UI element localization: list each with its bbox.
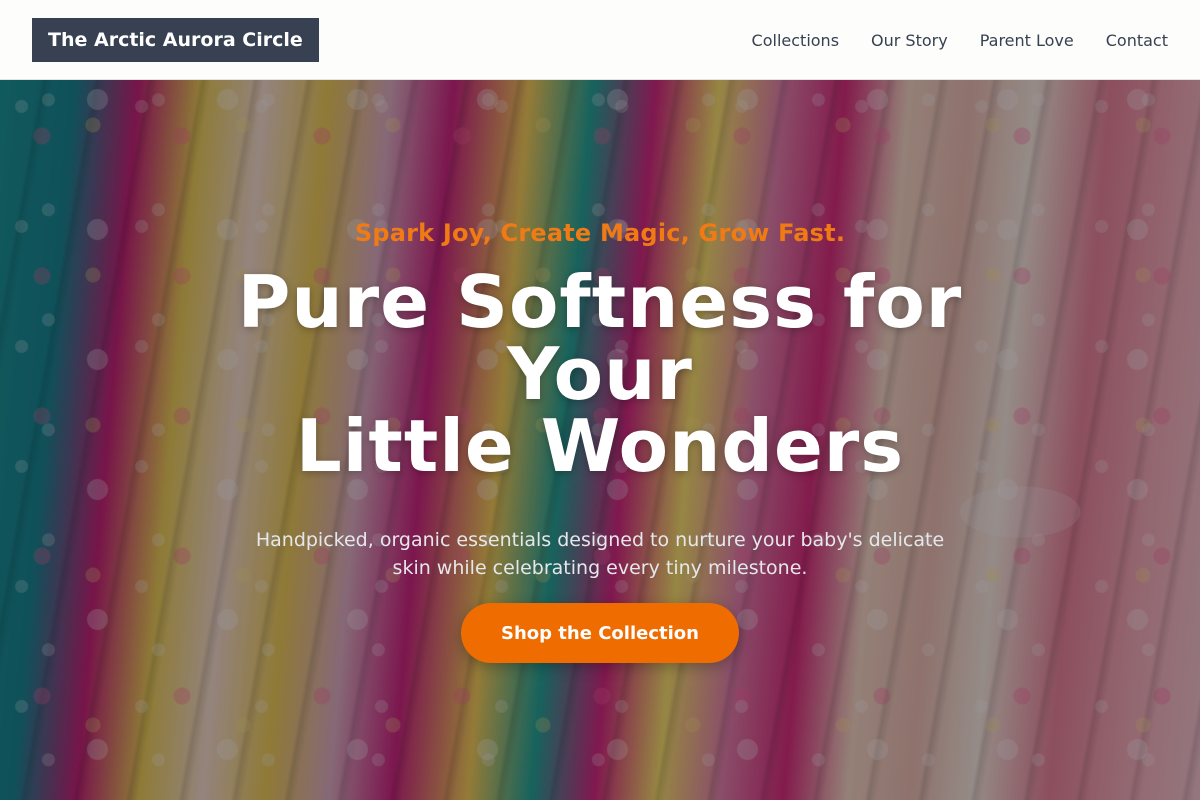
site-header: The Arctic Aurora Circle Collections Our… <box>0 0 1200 80</box>
hero-headline: Pure Softness for Your Little Wonders <box>200 266 1000 482</box>
nav-link-parent-love[interactable]: Parent Love <box>980 31 1074 50</box>
site-logo[interactable]: The Arctic Aurora Circle <box>32 18 319 62</box>
hero-content: Spark Joy, Create Magic, Grow Fast. Pure… <box>0 80 1200 800</box>
nav-link-our-story[interactable]: Our Story <box>871 31 948 50</box>
page: The Arctic Aurora Circle Collections Our… <box>0 0 1200 800</box>
shop-collection-button[interactable]: Shop the Collection <box>461 603 739 663</box>
hero-section: Spark Joy, Create Magic, Grow Fast. Pure… <box>0 80 1200 800</box>
hero-headline-line-3: Little Wonders <box>295 404 905 488</box>
nav-link-contact[interactable]: Contact <box>1106 31 1168 50</box>
hero-headline-line-1: Pure Softness for <box>237 260 963 344</box>
hero-subtext: Handpicked, organic essentials designed … <box>255 529 945 579</box>
hero-headline-line-2: Your <box>507 332 693 416</box>
main-nav: Collections Our Story Parent Love Contac… <box>752 0 1168 80</box>
nav-link-collections[interactable]: Collections <box>752 31 839 50</box>
hero-tagline: Spark Joy, Create Magic, Grow Fast. <box>354 219 846 247</box>
